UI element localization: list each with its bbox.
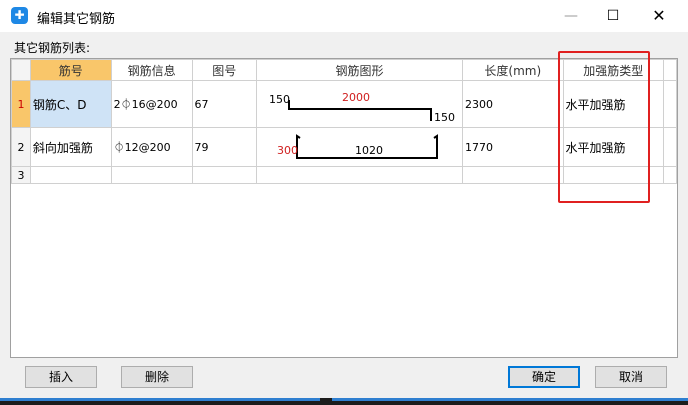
edit-rebar-dialog: ✚ 编辑其它钢筋 — ☐ ✕ 其它钢筋列表: 筋号 钢筋信息 图号 钢筋图形 长… [0, 0, 688, 398]
taskbar-accent-right [332, 398, 688, 401]
column-header-length[interactable]: 长度(mm) [462, 59, 564, 81]
shape-dim-left: 150 [269, 93, 291, 106]
insert-button[interactable]: 插入 [25, 366, 97, 388]
cell-name[interactable]: 斜向加强筋 [29, 127, 112, 167]
shape-dim-right: 150 [434, 111, 456, 124]
rebar-shape-drawing: 150 2000 150 [258, 82, 462, 127]
delete-button[interactable]: 删除 [121, 366, 193, 388]
maximize-button[interactable]: ☐ [590, 0, 636, 32]
cell-info[interactable]: 2⏀16@200 [110, 80, 193, 128]
column-header-info[interactable]: 钢筋信息 [110, 59, 193, 81]
column-header-figure[interactable]: 图号 [191, 59, 258, 81]
app-icon: ✚ [11, 7, 28, 24]
cancel-button[interactable]: 取消 [595, 366, 667, 388]
cell-length[interactable]: 2300 [462, 80, 564, 128]
annotation-highlight-box [558, 51, 650, 203]
rebar-shape-drawing: 300 1020 [258, 129, 462, 166]
rebar-list-label: 其它钢筋列表: [14, 41, 91, 55]
row-index[interactable]: 3 [11, 166, 31, 184]
corner-header [11, 59, 31, 81]
cell-spacer [663, 127, 677, 167]
cell-shape[interactable] [256, 166, 464, 184]
cell-figure[interactable] [191, 166, 258, 184]
cell-length[interactable] [462, 166, 564, 184]
cell-info[interactable] [110, 166, 193, 184]
cell-name[interactable] [29, 166, 112, 184]
shape-dim-top: 2000 [342, 91, 371, 104]
cell-shape[interactable]: 150 2000 150 [256, 80, 464, 128]
taskbar-accent-left [0, 398, 320, 401]
row-index[interactable]: 2 [11, 127, 31, 167]
column-header-name[interactable]: 筋号 [29, 59, 112, 81]
row-index[interactable]: 1 [11, 80, 31, 128]
close-button[interactable]: ✕ [636, 0, 682, 32]
cell-name[interactable]: 钢筋C、D [29, 80, 112, 128]
cell-spacer [663, 166, 677, 184]
cell-figure[interactable]: 67 [191, 80, 258, 128]
title-bar[interactable]: ✚ 编辑其它钢筋 — ☐ ✕ [0, 0, 688, 32]
cell-spacer [663, 80, 677, 128]
cell-shape[interactable]: 300 1020 [256, 127, 464, 167]
cell-length[interactable]: 1770 [462, 127, 564, 167]
cell-info[interactable]: ⏀12@200 [110, 127, 193, 167]
column-header-shape[interactable]: 钢筋图形 [256, 59, 464, 81]
shape-dim-left: 300 [277, 144, 299, 157]
ok-button[interactable]: 确定 [508, 366, 580, 388]
cell-figure[interactable]: 79 [191, 127, 258, 167]
column-header-spacer [663, 59, 677, 81]
minimize-button[interactable]: — [548, 0, 594, 32]
shape-dim-middle: 1020 [355, 144, 384, 157]
window-title: 编辑其它钢筋 [37, 12, 116, 27]
